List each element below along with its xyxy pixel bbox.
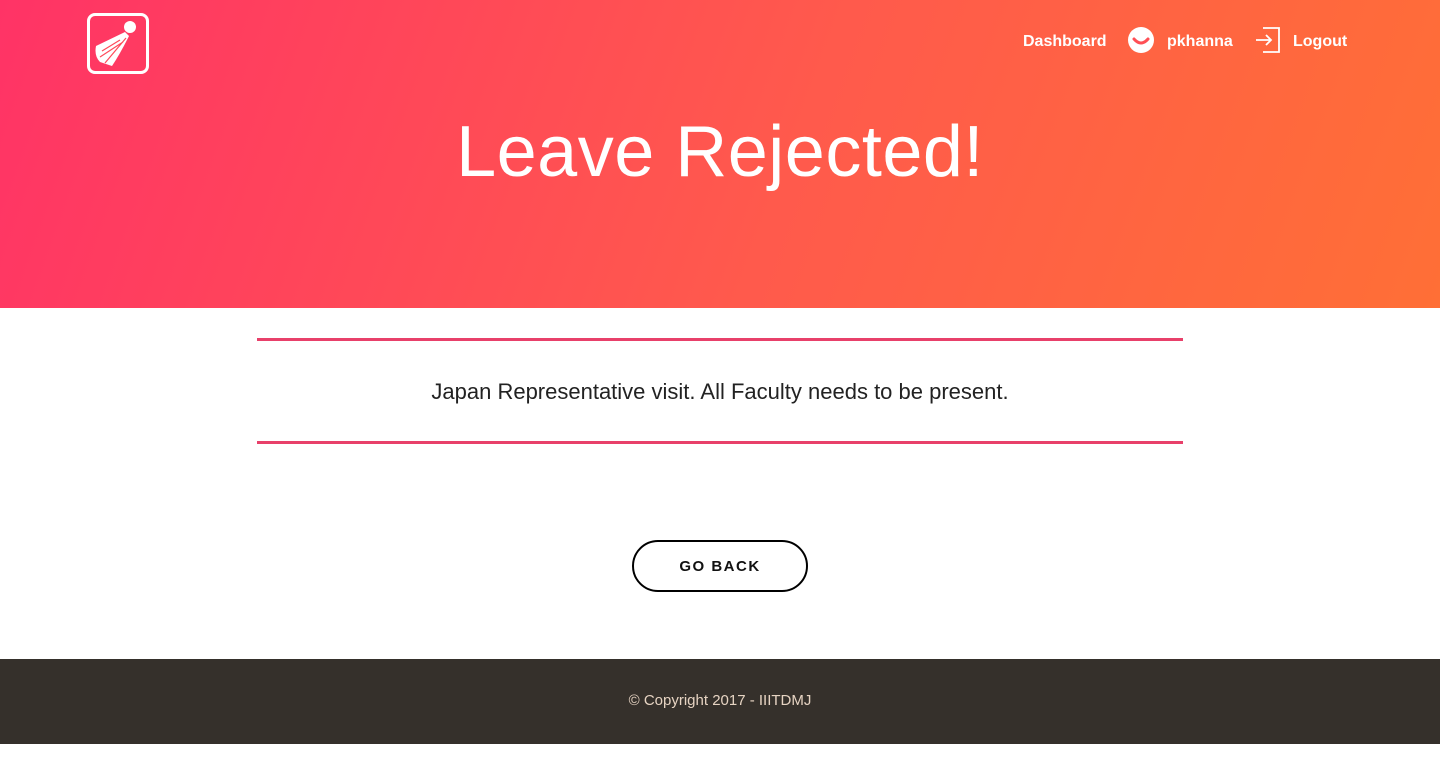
logout-link[interactable]: Logout — [1293, 33, 1347, 51]
rejection-message: Japan Representative visit. All Faculty … — [431, 379, 1009, 404]
footer: © Copyright 2017 - IIITDMJ — [0, 659, 1440, 744]
smiley-user-icon — [1127, 26, 1155, 59]
logout-icon — [1255, 26, 1281, 59]
app-logo[interactable] — [87, 13, 149, 74]
username-label: pkhanna — [1167, 33, 1233, 50]
dashboard-link[interactable]: Dashboard — [1023, 33, 1107, 51]
shuttlecock-logo-icon — [95, 21, 136, 66]
copyright-text: © Copyright 2017 - IIITDMJ — [628, 692, 812, 709]
page-title: Leave Rejected! — [456, 112, 984, 192]
nav-user[interactable]: pkhanna — [1127, 24, 1233, 60]
message-box: Japan Representative visit. All Faculty … — [257, 338, 1183, 444]
nav-logout[interactable]: Logout — [1255, 24, 1347, 60]
header: Dashboard pkhanna Logout Leave Rejected! — [0, 0, 1440, 308]
go-back-button[interactable]: GO BACK — [632, 540, 808, 592]
nav-dashboard[interactable]: Dashboard — [1023, 24, 1107, 60]
